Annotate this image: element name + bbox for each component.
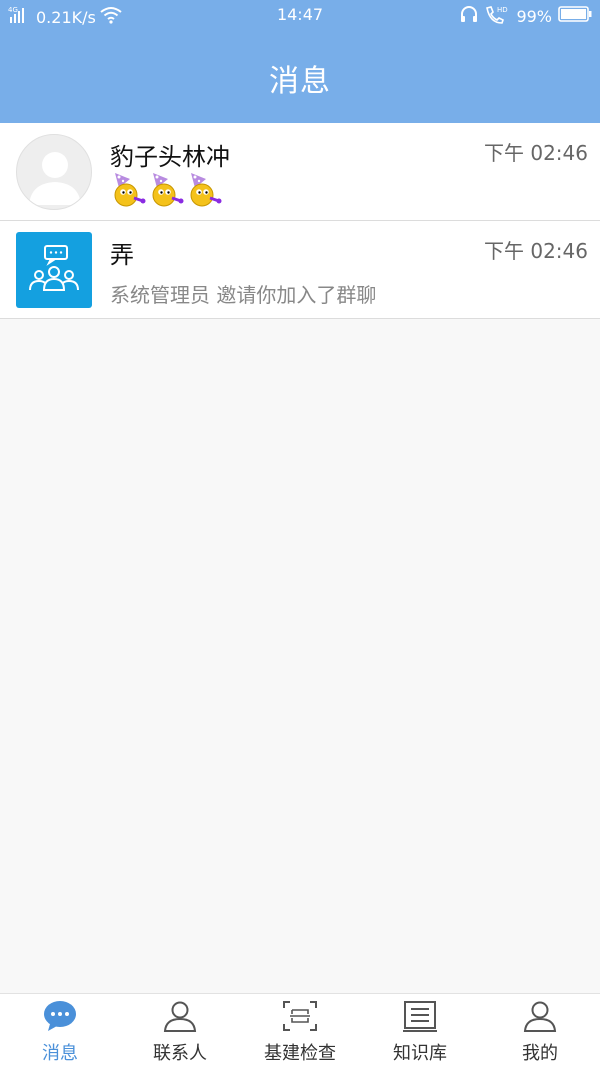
status-left: 4G 0.21K/s bbox=[8, 5, 126, 29]
status-bar: 4G 0.21K/s 14:47 HD 99% bbox=[0, 0, 600, 32]
battery-percent: 99% bbox=[516, 6, 552, 26]
battery-icon bbox=[558, 6, 592, 26]
wifi-icon bbox=[100, 6, 126, 28]
chat-time: 下午 02:46 bbox=[484, 239, 588, 263]
scan-icon bbox=[282, 1000, 318, 1037]
default-user-avatar-icon bbox=[16, 134, 92, 210]
tab-label: 我的 bbox=[522, 1043, 558, 1064]
svg-text:4G: 4G bbox=[8, 6, 18, 14]
tab-label: 基建检查 bbox=[264, 1043, 336, 1064]
tab-messages[interactable]: 消息 bbox=[0, 994, 120, 1067]
tab-contacts[interactable]: 联系人 bbox=[120, 994, 240, 1067]
net-speed: 0.21K/s bbox=[36, 7, 96, 27]
group-chat-icon bbox=[16, 232, 92, 308]
tab-knowledge[interactable]: 知识库 bbox=[360, 994, 480, 1067]
chat-preview-emojis bbox=[110, 171, 224, 213]
tab-label: 消息 bbox=[42, 1043, 78, 1064]
party-emoji-icon bbox=[110, 171, 148, 213]
chat-name: 弄 bbox=[110, 241, 134, 269]
tab-profile[interactable]: 我的 bbox=[480, 994, 600, 1067]
page-title: 消息 bbox=[269, 64, 331, 99]
person-icon bbox=[162, 1000, 198, 1037]
document-icon bbox=[402, 1000, 438, 1037]
tab-inspection[interactable]: 基建检查 bbox=[240, 994, 360, 1067]
avatar[interactable] bbox=[16, 232, 92, 308]
chat-time: 下午 02:46 bbox=[484, 141, 588, 165]
chat-name: 豹子头林冲 bbox=[110, 143, 230, 171]
hd-call-icon: HD bbox=[484, 4, 510, 28]
chat-list: 豹子头林冲 下午 02:46 弄 下午 02:46 系统管理员 邀请你加入了群聊 bbox=[0, 123, 600, 319]
status-right: HD 99% bbox=[454, 4, 592, 28]
signal-icon: 4G bbox=[8, 5, 36, 29]
bottom-nav: 消息 联系人 基建检查 知识库 我的 bbox=[0, 993, 600, 1067]
tab-label: 知识库 bbox=[393, 1043, 447, 1064]
party-emoji-icon bbox=[148, 171, 186, 213]
avatar[interactable] bbox=[16, 134, 92, 210]
chat-preview: 系统管理员 邀请你加入了群聊 bbox=[110, 283, 377, 307]
chat-item-linchong[interactable]: 豹子头林冲 下午 02:46 bbox=[0, 123, 600, 221]
headphone-icon bbox=[460, 5, 478, 27]
top-bar: 4G 0.21K/s 14:47 HD 99% 消息 bbox=[0, 0, 600, 123]
chat-item-group[interactable]: 弄 下午 02:46 系统管理员 邀请你加入了群聊 bbox=[0, 221, 600, 319]
hd-label: HD bbox=[497, 6, 508, 14]
profile-icon bbox=[522, 1000, 558, 1037]
chat-bubble-icon bbox=[42, 1000, 78, 1037]
tab-label: 联系人 bbox=[153, 1043, 207, 1064]
party-emoji-icon bbox=[186, 171, 224, 213]
